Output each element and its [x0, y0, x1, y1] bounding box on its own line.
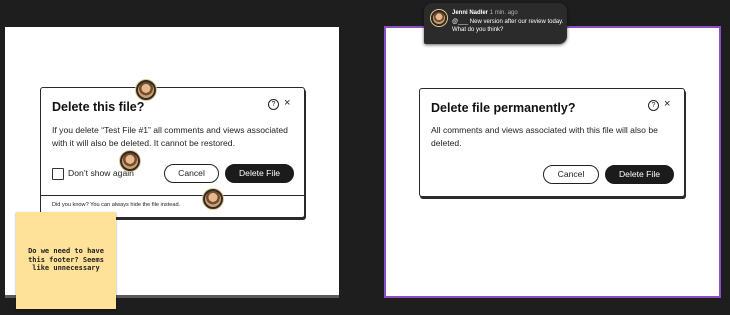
- collaborator-avatar: [136, 80, 156, 100]
- dialog-title: Delete file permanently?: [431, 101, 576, 115]
- delete-file-button[interactable]: Delete File: [225, 164, 294, 183]
- delete-permanently-dialog: Delete file permanently? ? × All comment…: [419, 88, 685, 197]
- delete-file-dialog: Delete this file? ? × If you delete “Tes…: [40, 87, 305, 218]
- comment-bubble[interactable]: Jenni Nadler 1 min. ago @___ New version…: [424, 3, 567, 44]
- footer-divider: [41, 195, 304, 196]
- collaborator-avatar: [203, 189, 223, 209]
- dont-show-again-checkbox[interactable]: [52, 168, 64, 180]
- cancel-button[interactable]: Cancel: [543, 165, 599, 184]
- comment-timestamp: 1 min. ago: [489, 10, 518, 16]
- delete-file-button[interactable]: Delete File: [605, 165, 674, 184]
- dialog-body: All comments and views associated with t…: [431, 125, 658, 148]
- commenter-avatar: [431, 10, 447, 26]
- comment-author: Jenni Nadler: [452, 10, 489, 16]
- comment-header: Jenni Nadler 1 min. ago: [452, 10, 518, 16]
- dialog-title: Delete this file?: [52, 100, 145, 114]
- collaborator-avatar: [120, 151, 140, 171]
- help-icon[interactable]: ?: [648, 100, 659, 111]
- dialog-footer-text: Did you know? You can always hide the fi…: [52, 202, 181, 208]
- cancel-button[interactable]: Cancel: [164, 164, 219, 183]
- dialog-body: If you delete “Test File #1” all comment…: [52, 125, 288, 148]
- help-icon[interactable]: ?: [268, 99, 279, 110]
- sticky-note[interactable]: Do we need to have this footer? Seems li…: [16, 212, 116, 309]
- close-icon[interactable]: ×: [664, 98, 670, 110]
- sticky-note-text: Do we need to have this footer? Seems li…: [28, 247, 104, 272]
- comment-text: @___ New version after our review today.…: [452, 19, 564, 33]
- close-icon[interactable]: ×: [284, 97, 290, 109]
